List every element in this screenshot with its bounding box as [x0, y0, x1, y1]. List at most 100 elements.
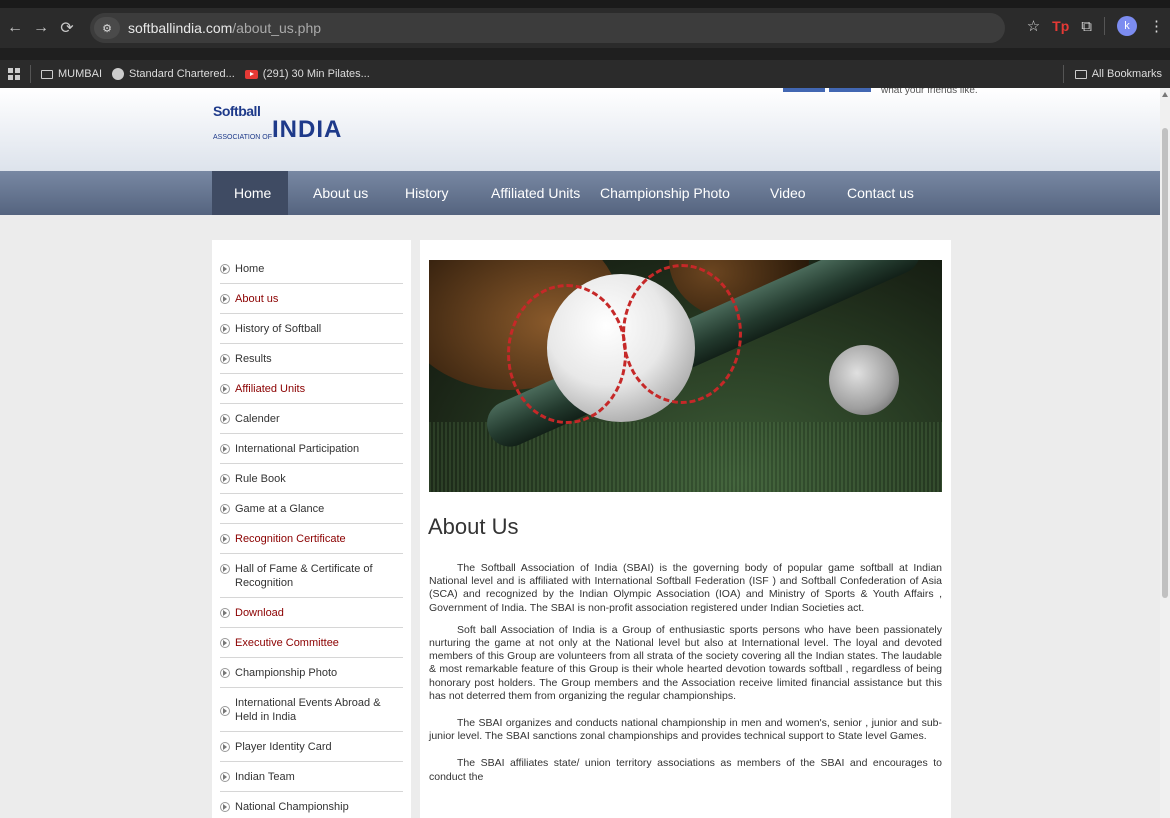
main-content: About Us The Softball Association of Ind…	[420, 240, 951, 818]
nav-history[interactable]: History	[405, 171, 449, 215]
facebook-like-button[interactable]	[783, 88, 825, 92]
page-scrollbar[interactable]	[1160, 88, 1170, 818]
sidebar-item[interactable]: Results	[220, 344, 403, 374]
facebook-widget-text: what your friends like.	[881, 88, 978, 96]
sidebar-item-label: Executive Committee	[235, 637, 339, 649]
sidebar-item[interactable]: Calender	[220, 404, 403, 434]
sidebar-item[interactable]: Recognition Certificate	[220, 524, 403, 554]
bookmarks-divider	[30, 65, 31, 83]
nav-home[interactable]: Home	[234, 171, 271, 215]
sidebar-item[interactable]: History of Softball	[220, 314, 403, 344]
nav-video[interactable]: Video	[770, 171, 806, 215]
bookmark-label: Standard Chartered...	[129, 68, 235, 80]
hero-softball-image	[429, 260, 942, 492]
forward-arrow-icon[interactable]: →	[30, 19, 52, 37]
kebab-menu-icon[interactable]: ⋮	[1149, 17, 1164, 35]
about-paragraph: The SBAI organizes and conducts national…	[429, 717, 942, 743]
sidebar-item[interactable]: Player Identity Card	[220, 732, 403, 762]
url-path: /about_us.php	[232, 20, 322, 36]
nav-affiliated-units[interactable]: Affiliated Units	[491, 171, 580, 215]
ball-seam	[622, 264, 742, 404]
sidebar-item-label: Rule Book	[235, 473, 286, 485]
tab-strip	[0, 0, 1170, 8]
logo-association-text: ASSOCIATION OF	[213, 134, 272, 141]
arrow-circle-icon	[220, 772, 230, 782]
page-title: About Us	[428, 514, 519, 539]
sidebar-item-label: Indian Team	[235, 771, 295, 783]
arrow-circle-icon	[220, 264, 230, 274]
arrow-circle-icon	[220, 324, 230, 334]
sidebar-item[interactable]: Championship Photo	[220, 658, 403, 688]
arrow-circle-icon	[220, 294, 230, 304]
omnibox[interactable]: ⚙ softballindia.com/about_us.php	[90, 13, 1005, 43]
sidebar-item[interactable]: Rule Book	[220, 464, 403, 494]
facebook-widget: what your friends like.	[783, 88, 978, 96]
about-paragraph: Soft ball Association of India is a Grou…	[429, 623, 942, 702]
apps-grid-icon[interactable]	[8, 68, 20, 80]
nav-championship-photo[interactable]: Championship Photo	[600, 171, 730, 215]
bookmark-pilates[interactable]: (291) 30 Min Pilates...	[244, 68, 370, 80]
scrollbar-thumb[interactable]	[1162, 128, 1168, 598]
site-header: Softball ASSOCIATION OF INDIA what your …	[0, 88, 1160, 171]
toolbar-divider	[1104, 17, 1105, 35]
site-logo[interactable]: Softball ASSOCIATION OF INDIA	[213, 103, 342, 142]
sidebar-item-label: National Championship	[235, 801, 349, 813]
main-nav: Home About us History Affiliated Units C…	[0, 171, 1160, 215]
web-page: Softball ASSOCIATION OF INDIA what your …	[0, 88, 1160, 818]
site-settings-icon[interactable]: ⚙	[94, 17, 120, 39]
arrow-circle-icon	[220, 608, 230, 618]
all-bookmarks-button[interactable]: All Bookmarks	[1062, 65, 1162, 83]
star-icon[interactable]: ☆	[1027, 17, 1040, 35]
sidebar-item[interactable]: Game at a Glance	[220, 494, 403, 524]
facebook-share-button[interactable]	[829, 88, 871, 92]
reload-icon[interactable]: ⟳	[56, 18, 78, 38]
arrow-circle-icon	[220, 384, 230, 394]
sidebar-item[interactable]: About us	[220, 284, 403, 314]
sidebar-item[interactable]: Indian Team	[220, 762, 403, 792]
arrow-circle-icon	[220, 564, 230, 574]
globe-icon	[112, 68, 124, 80]
sidebar-item[interactable]: Hall of Fame & Certificate of Recognitio…	[220, 554, 403, 598]
folder-icon	[41, 69, 53, 79]
bookmark-mumbai[interactable]: MUMBAI	[41, 68, 102, 80]
arrow-circle-icon	[220, 742, 230, 752]
extensions-puzzle-icon[interactable]: ⧉	[1081, 18, 1092, 35]
arrow-circle-icon	[220, 474, 230, 484]
sidebar-item[interactable]: Executive Committee	[220, 628, 403, 658]
sidebar-menu: Home About us History of Softball Results Af…	[212, 240, 411, 818]
sidebar-item-label: International Participation	[235, 443, 360, 455]
sidebar-item[interactable]: Download	[220, 598, 403, 628]
profile-avatar[interactable]: k	[1117, 16, 1137, 36]
arrow-circle-icon	[220, 354, 230, 364]
sidebar-item[interactable]: Affiliated Units	[220, 374, 403, 404]
sidebar-item-label: Recognition Certificate	[235, 533, 346, 545]
url-text[interactable]: softballindia.com/about_us.php	[128, 20, 321, 36]
sidebar-item-label: Affiliated Units	[235, 383, 306, 395]
bookmarks-bar: MUMBAI Standard Chartered... (291) 30 Mi…	[0, 60, 1170, 88]
extension-icon[interactable]: Tp	[1052, 18, 1069, 34]
nav-contact-us[interactable]: Contact us	[847, 171, 914, 215]
sidebar-item-label: Hall of Fame & Certificate of Recognitio…	[235, 563, 373, 589]
sidebar-item[interactable]: International Events Abroad & Held in In…	[220, 688, 403, 732]
sidebar-item[interactable]: International Participation	[220, 434, 403, 464]
nav-about-us[interactable]: About us	[313, 171, 368, 215]
arrow-circle-icon	[220, 444, 230, 454]
url-domain: softballindia.com	[128, 20, 233, 36]
sidebar-item-label: Home	[235, 263, 265, 275]
bookmark-label: MUMBAI	[58, 68, 102, 80]
arrow-circle-icon	[220, 706, 230, 716]
arrow-circle-icon	[220, 504, 230, 514]
ball-shape	[507, 264, 742, 424]
youtube-icon	[244, 69, 258, 79]
back-arrow-icon[interactable]: ←	[4, 19, 26, 37]
scroll-up-arrow-icon[interactable]	[1162, 92, 1168, 97]
ball-seam	[507, 284, 627, 424]
sidebar-item[interactable]: Home	[220, 254, 403, 284]
all-bookmarks-divider	[1062, 65, 1064, 83]
sidebar-item[interactable]: National Championship	[220, 792, 403, 818]
sidebar-item-label: Calender	[235, 413, 280, 425]
sidebar-item-label: International Events Abroad & Held in In…	[235, 697, 381, 723]
bookmark-standard-chartered[interactable]: Standard Chartered...	[112, 68, 235, 80]
sidebar-item-label: Results	[235, 353, 272, 365]
all-bookmarks-label: All Bookmarks	[1091, 68, 1162, 80]
